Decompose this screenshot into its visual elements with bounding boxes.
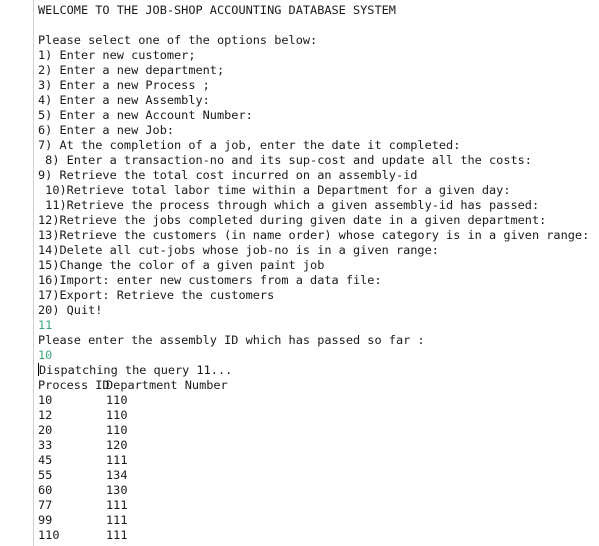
cell-department-number: 111	[106, 528, 128, 542]
result-row: 45 111	[38, 453, 599, 468]
result-row: 99 111	[38, 513, 599, 528]
menu-option: 16)Import: enter new customers from a da…	[38, 273, 382, 287]
dispatch-message-line: Dispatching the query 11...	[38, 363, 599, 378]
cell-department-number: 120	[106, 438, 128, 452]
cell-process-id: 55	[38, 468, 53, 482]
menu-option: 11)Retrieve the process through which a …	[38, 198, 540, 212]
user-choice-input: 11	[38, 318, 53, 332]
cell-process-id: 20	[38, 423, 53, 437]
result-row: 77 111	[38, 498, 599, 513]
menu-option: 12)Retrieve the jobs completed during gi…	[38, 213, 547, 227]
result-row: 60 130	[38, 483, 599, 498]
cell-department-number: 134	[106, 468, 128, 482]
result-row: 20 110	[38, 423, 599, 438]
menu-prompt: Please select one of the options below:	[38, 33, 318, 47]
menu-option: 9) Retrieve the total cost incurred on a…	[38, 168, 418, 182]
menu-option: 7) At the completion of a job, enter the…	[38, 138, 461, 152]
result-row: 55 134	[38, 468, 599, 483]
header-department-number: Department Number	[106, 378, 228, 392]
menu-options-list: 1) Enter new customer; 2) Enter a new dep…	[38, 48, 599, 318]
cell-process-id: 33	[38, 438, 53, 452]
welcome-title: WELCOME TO THE JOB-SHOP ACCOUNTING DATAB…	[38, 3, 396, 17]
user-assembly-id-input: 10	[38, 348, 53, 362]
cell-process-id: 99	[38, 513, 53, 527]
result-row: 10 110	[38, 393, 599, 408]
cell-department-number: 110	[106, 393, 128, 407]
cell-department-number: 110	[106, 408, 128, 422]
assembly-id-prompt: Please enter the assembly ID which has p…	[38, 333, 425, 347]
menu-option: 17)Export: Retrieve the customers	[38, 288, 275, 302]
menu-option: 6) Enter a new Job:	[38, 123, 175, 137]
cell-department-number: 111	[106, 513, 128, 527]
result-row: 110 111	[38, 528, 599, 543]
cell-process-id: 110	[38, 528, 60, 542]
cell-department-number: 111	[106, 453, 128, 467]
menu-option: 10)Retrieve total labor time within a De…	[38, 183, 511, 197]
result-header-row: Process IDDepartment Number	[38, 378, 599, 393]
dispatch-message: Dispatching the query 11...	[39, 363, 233, 377]
cell-department-number: 110	[106, 423, 128, 437]
cell-department-number: 111	[106, 498, 128, 512]
menu-option: 13)Retrieve the customers (in name order…	[38, 228, 590, 242]
menu-option: 1) Enter new customer;	[38, 48, 196, 62]
menu-option: 4) Enter a new Assembly:	[38, 93, 210, 107]
menu-option: 14)Delete all cut-jobs whose job-no is i…	[38, 243, 439, 257]
menu-option: 2) Enter a new department;	[38, 63, 225, 77]
console-output[interactable]: WELCOME TO THE JOB-SHOP ACCOUNTING DATAB…	[33, 0, 599, 546]
cell-process-id: 60	[38, 483, 53, 497]
cell-process-id: 12	[38, 408, 53, 422]
menu-option: 15)Change the color of a given paint job	[38, 258, 325, 272]
menu-option: 3) Enter a new Process ;	[38, 78, 210, 92]
cell-process-id: 77	[38, 498, 53, 512]
result-row: 33 120	[38, 438, 599, 453]
cell-process-id: 10	[38, 393, 53, 407]
result-table: 10 110 12 110 20 110 33 120 45 111 55 134 60 130 77 111…	[38, 393, 599, 543]
result-row: 12 110	[38, 408, 599, 423]
menu-option: 8) Enter a transaction-no and its sup-co…	[38, 153, 532, 167]
menu-option: 20) Quit!	[38, 303, 103, 317]
header-process-id: Process ID	[38, 378, 110, 392]
cell-department-number: 130	[106, 483, 128, 497]
cell-process-id: 45	[38, 453, 53, 467]
menu-option: 5) Enter a new Account Number:	[38, 108, 253, 122]
